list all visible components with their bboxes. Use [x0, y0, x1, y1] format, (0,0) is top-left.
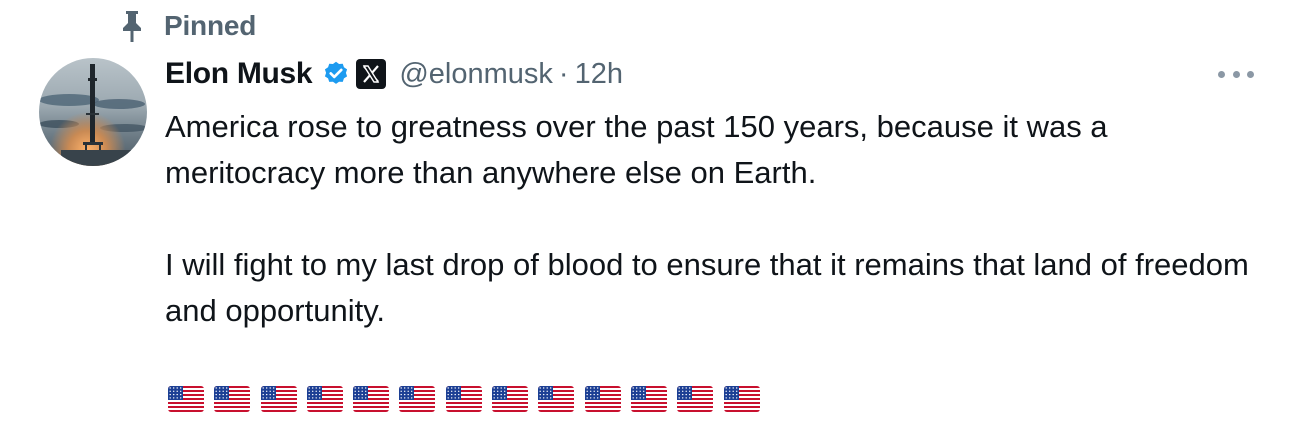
- more-dot: [1218, 70, 1225, 78]
- us-flag-emoji: [723, 386, 760, 412]
- timestamp[interactable]: 12h: [575, 58, 623, 91]
- us-flag-emoji: [214, 386, 251, 412]
- pinned-label: Pinned: [164, 10, 257, 41]
- author-display-name[interactable]: Elon Musk: [165, 57, 313, 91]
- us-flag-emoji: [584, 386, 621, 412]
- verified-badge-icon[interactable]: [322, 60, 350, 88]
- us-flag-emoji: [353, 386, 390, 412]
- us-flag-emoji: [399, 386, 436, 412]
- tweet[interactable]: Pinned Elon Musk @elonmusk · 12h America…: [0, 0, 1316, 426]
- author-handle[interactable]: @elonmusk: [399, 58, 553, 91]
- us-flag-emoji: [306, 386, 343, 412]
- more-dot: [1247, 70, 1254, 78]
- tweet-header: Elon Musk @elonmusk · 12h: [165, 54, 623, 94]
- us-flag-emoji: [538, 386, 575, 412]
- us-flag-emoji: [260, 386, 297, 412]
- tweet-paragraph: America rose to greatness over the past …: [165, 109, 1108, 190]
- x-logo-icon[interactable]: [356, 59, 387, 89]
- us-flag-emoji: [445, 386, 482, 412]
- pin-icon: [118, 9, 146, 43]
- flag-emoji-row: [168, 386, 770, 416]
- us-flag-emoji: [168, 386, 204, 412]
- pinned-indicator: Pinned: [118, 8, 256, 44]
- more-dot: [1232, 70, 1240, 78]
- us-flag-emoji: [630, 386, 667, 412]
- separator-dot: ·: [558, 57, 569, 90]
- more-options-icon[interactable]: [1218, 62, 1254, 86]
- tweet-paragraph: I will fight to my last drop of blood to…: [165, 247, 1249, 328]
- avatar[interactable]: [39, 58, 147, 166]
- us-flag-emoji: [492, 386, 529, 412]
- tweet-text: America rose to greatness over the past …: [165, 104, 1275, 334]
- us-flag-emoji: [677, 386, 714, 412]
